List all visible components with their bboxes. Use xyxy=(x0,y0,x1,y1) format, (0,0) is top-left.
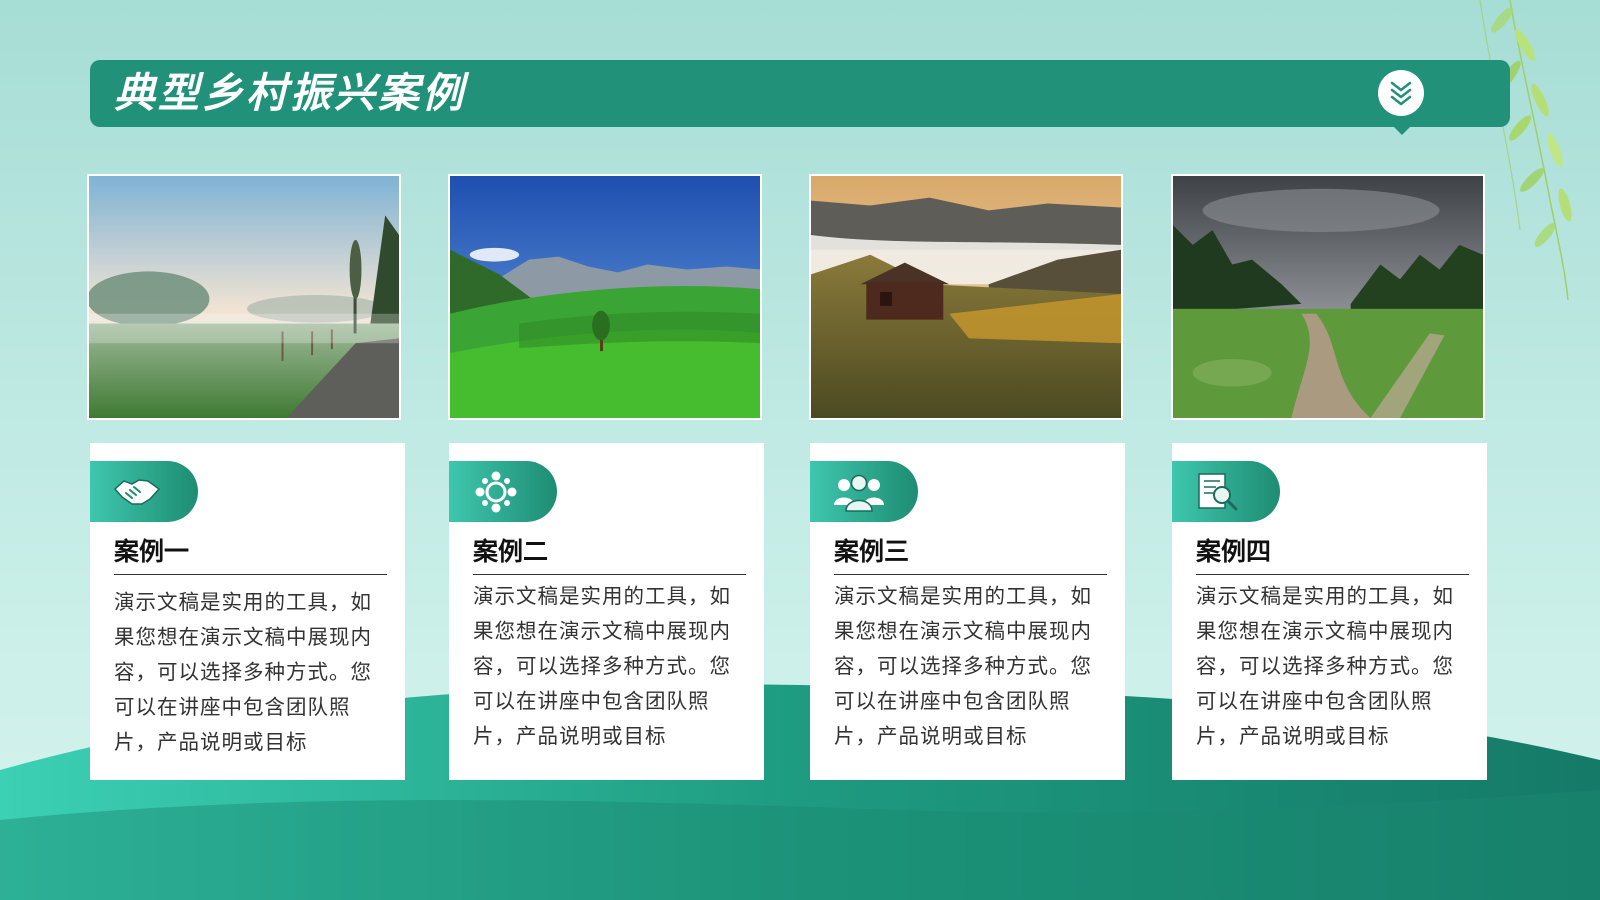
people-group-icon xyxy=(834,474,884,512)
case-icon-pill xyxy=(449,461,557,522)
case-title: 案例四 xyxy=(1196,537,1272,566)
case-description: 演示文稿是实用的工具，如果您想在演示文稿中展现内容，可以选择多种方式。您可以在讲… xyxy=(1196,584,1454,748)
case-card-4: 案例四 演示文稿是实用的工具，如果您想在演示文稿中展现内容，可以选择多种方式。您… xyxy=(1172,443,1487,780)
handshake-icon xyxy=(113,479,161,505)
page-title: 典型乡村振兴案例 xyxy=(114,69,466,117)
case-card-3: 案例三 演示文稿是实用的工具，如果您想在演示文稿中展现内容，可以选择多种方式。您… xyxy=(810,443,1125,780)
divider xyxy=(834,574,1107,575)
case-card-1: 案例一 演示文稿是实用的工具，如果您想在演示文稿中展现内容，可以选择多种方式。您… xyxy=(90,443,405,780)
chevron-down-badge[interactable] xyxy=(1378,70,1424,116)
divider xyxy=(114,574,387,575)
badge-pointer xyxy=(1390,123,1414,135)
team-circle-icon xyxy=(475,471,517,513)
dirt-road-forest-photo xyxy=(1171,174,1485,420)
case-icon-pill xyxy=(1172,461,1280,522)
case-description: 演示文稿是实用的工具，如果您想在演示文稿中展现内容，可以选择多种方式。您可以在讲… xyxy=(114,590,372,754)
case-card-2: 案例二 演示文稿是实用的工具，如果您想在演示文稿中展现内容，可以选择多种方式。您… xyxy=(449,443,764,780)
title-bar: 典型乡村振兴案例 xyxy=(90,60,1510,135)
divider xyxy=(1196,574,1469,575)
case-title: 案例三 xyxy=(834,537,910,566)
green-mountain-valley-photo xyxy=(448,174,762,420)
divider xyxy=(473,574,746,575)
case-title: 案例一 xyxy=(114,537,190,566)
case-description: 演示文稿是实用的工具，如果您想在演示文稿中展现内容，可以选择多种方式。您可以在讲… xyxy=(834,584,1092,748)
document-search-icon xyxy=(1198,473,1238,511)
mountain-cabin-photo xyxy=(809,174,1123,420)
case-icon-pill xyxy=(810,461,918,522)
case-description: 演示文稿是实用的工具，如果您想在演示文稿中展现内容，可以选择多种方式。您可以在讲… xyxy=(473,584,731,748)
case-title: 案例二 xyxy=(473,537,549,566)
case-icon-pill xyxy=(90,461,198,522)
double-chevron-down-icon xyxy=(1390,81,1412,106)
misty-meadow-photo xyxy=(87,174,401,420)
